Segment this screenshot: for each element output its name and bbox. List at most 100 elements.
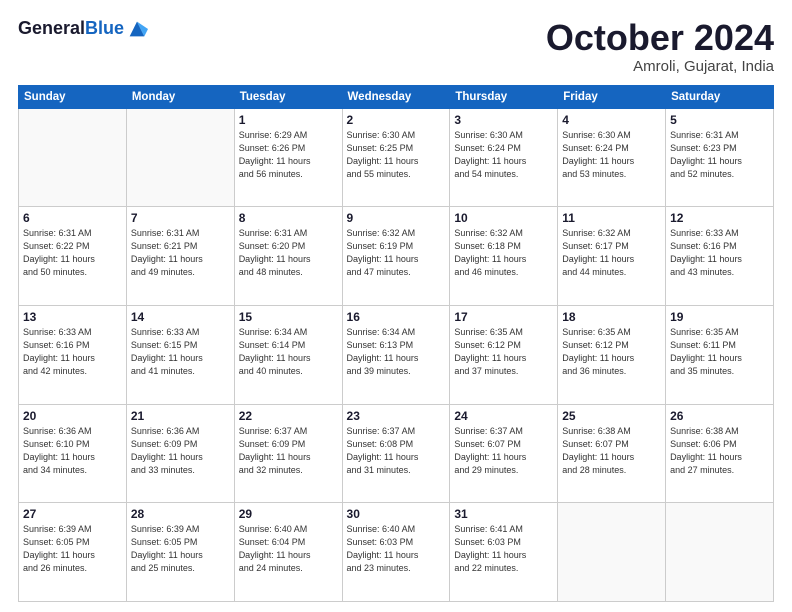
day-cell: 22 Sunrise: 6:37 AM Sunset: 6:09 PM Dayli…: [234, 404, 342, 503]
day-number: 16: [347, 310, 446, 324]
day-number: 13: [23, 310, 122, 324]
day-number: 6: [23, 211, 122, 225]
day-cell: 28 Sunrise: 6:39 AM Sunset: 6:05 PM Dayli…: [126, 503, 234, 602]
col-saturday: Saturday: [666, 85, 774, 108]
day-number: 1: [239, 113, 338, 127]
day-cell: 24 Sunrise: 6:37 AM Sunset: 6:07 PM Dayli…: [450, 404, 558, 503]
day-info: Sunrise: 6:31 AM Sunset: 6:22 PM Dayligh…: [23, 227, 122, 279]
day-cell: 4Sunrise: 6:30 AM Sunset: 6:24 PM Daylig…: [558, 108, 666, 207]
day-cell: 13 Sunrise: 6:33 AM Sunset: 6:16 PM Dayli…: [19, 305, 127, 404]
day-cell: 30Sunrise: 6:40 AM Sunset: 6:03 PM Dayli…: [342, 503, 450, 602]
week-row-4: 20Sunrise: 6:36 AM Sunset: 6:10 PM Dayli…: [19, 404, 774, 503]
day-number: 14: [131, 310, 230, 324]
day-cell: 14 Sunrise: 6:33 AM Sunset: 6:15 PM Dayli…: [126, 305, 234, 404]
week-row-3: 13 Sunrise: 6:33 AM Sunset: 6:16 PM Dayli…: [19, 305, 774, 404]
day-info: Sunrise: 6:40 AM Sunset: 6:03 PM Dayligh…: [347, 523, 446, 575]
day-number: 17: [454, 310, 553, 324]
day-cell: 6 Sunrise: 6:31 AM Sunset: 6:22 PM Daylig…: [19, 207, 127, 306]
day-number: 20: [23, 409, 122, 423]
day-number: 18: [562, 310, 661, 324]
col-wednesday: Wednesday: [342, 85, 450, 108]
day-cell: 17 Sunrise: 6:35 AM Sunset: 6:12 PM Dayli…: [450, 305, 558, 404]
day-info: Sunrise: 6:33 AM Sunset: 6:16 PM Dayligh…: [670, 227, 769, 279]
day-info: Sunrise: 6:34 AM Sunset: 6:13 PM Dayligh…: [347, 326, 446, 378]
day-cell: 16 Sunrise: 6:34 AM Sunset: 6:13 PM Dayli…: [342, 305, 450, 404]
day-cell: 1 Sunrise: 6:29 AM Sunset: 6:26 PM Daylig…: [234, 108, 342, 207]
day-cell: 10 Sunrise: 6:32 AM Sunset: 6:18 PM Dayli…: [450, 207, 558, 306]
week-row-5: 27 Sunrise: 6:39 AM Sunset: 6:05 PM Dayli…: [19, 503, 774, 602]
day-info: Sunrise: 6:34 AM Sunset: 6:14 PM Dayligh…: [239, 326, 338, 378]
day-number: 24: [454, 409, 553, 423]
logo-icon: [126, 18, 148, 40]
day-info: Sunrise: 6:30 AM Sunset: 6:24 PM Dayligh…: [562, 129, 661, 181]
day-info: Sunrise: 6:39 AM Sunset: 6:05 PM Dayligh…: [131, 523, 230, 575]
day-cell: 23Sunrise: 6:37 AM Sunset: 6:08 PM Dayli…: [342, 404, 450, 503]
day-info: Sunrise: 6:37 AM Sunset: 6:07 PM Dayligh…: [454, 425, 553, 477]
day-info: Sunrise: 6:31 AM Sunset: 6:23 PM Dayligh…: [670, 129, 769, 181]
day-number: 22: [239, 409, 338, 423]
day-info: Sunrise: 6:32 AM Sunset: 6:17 PM Dayligh…: [562, 227, 661, 279]
day-number: 25: [562, 409, 661, 423]
day-cell: 29Sunrise: 6:40 AM Sunset: 6:04 PM Dayli…: [234, 503, 342, 602]
day-number: 5: [670, 113, 769, 127]
day-info: Sunrise: 6:30 AM Sunset: 6:25 PM Dayligh…: [347, 129, 446, 181]
day-cell: [666, 503, 774, 602]
day-cell: 12 Sunrise: 6:33 AM Sunset: 6:16 PM Dayli…: [666, 207, 774, 306]
day-number: 2: [347, 113, 446, 127]
day-info: Sunrise: 6:32 AM Sunset: 6:18 PM Dayligh…: [454, 227, 553, 279]
day-number: 10: [454, 211, 553, 225]
day-info: Sunrise: 6:36 AM Sunset: 6:09 PM Dayligh…: [131, 425, 230, 477]
day-number: 15: [239, 310, 338, 324]
day-info: Sunrise: 6:38 AM Sunset: 6:06 PM Dayligh…: [670, 425, 769, 477]
page: GeneralBlue October 2024 Amroli, Gujarat…: [0, 0, 792, 612]
day-info: Sunrise: 6:35 AM Sunset: 6:11 PM Dayligh…: [670, 326, 769, 378]
day-cell: [126, 108, 234, 207]
day-number: 12: [670, 211, 769, 225]
day-cell: 8 Sunrise: 6:31 AM Sunset: 6:20 PM Daylig…: [234, 207, 342, 306]
day-number: 9: [347, 211, 446, 225]
day-info: Sunrise: 6:37 AM Sunset: 6:09 PM Dayligh…: [239, 425, 338, 477]
week-row-2: 6 Sunrise: 6:31 AM Sunset: 6:22 PM Daylig…: [19, 207, 774, 306]
day-cell: 9 Sunrise: 6:32 AM Sunset: 6:19 PM Daylig…: [342, 207, 450, 306]
day-number: 8: [239, 211, 338, 225]
day-cell: 5 Sunrise: 6:31 AM Sunset: 6:23 PM Daylig…: [666, 108, 774, 207]
day-info: Sunrise: 6:29 AM Sunset: 6:26 PM Dayligh…: [239, 129, 338, 181]
header: GeneralBlue October 2024 Amroli, Gujarat…: [18, 18, 774, 75]
day-cell: 19Sunrise: 6:35 AM Sunset: 6:11 PM Dayli…: [666, 305, 774, 404]
day-info: Sunrise: 6:33 AM Sunset: 6:15 PM Dayligh…: [131, 326, 230, 378]
day-info: Sunrise: 6:37 AM Sunset: 6:08 PM Dayligh…: [347, 425, 446, 477]
logo: GeneralBlue: [18, 18, 148, 40]
day-info: Sunrise: 6:33 AM Sunset: 6:16 PM Dayligh…: [23, 326, 122, 378]
day-number: 29: [239, 507, 338, 521]
day-cell: 15 Sunrise: 6:34 AM Sunset: 6:14 PM Dayli…: [234, 305, 342, 404]
day-info: Sunrise: 6:41 AM Sunset: 6:03 PM Dayligh…: [454, 523, 553, 575]
day-number: 3: [454, 113, 553, 127]
day-cell: 20Sunrise: 6:36 AM Sunset: 6:10 PM Dayli…: [19, 404, 127, 503]
day-info: Sunrise: 6:35 AM Sunset: 6:12 PM Dayligh…: [562, 326, 661, 378]
location: Amroli, Gujarat, India: [546, 58, 774, 75]
day-cell: [19, 108, 127, 207]
day-cell: 7Sunrise: 6:31 AM Sunset: 6:21 PM Daylig…: [126, 207, 234, 306]
calendar-table: Sunday Monday Tuesday Wednesday Thursday…: [18, 85, 774, 602]
day-info: Sunrise: 6:38 AM Sunset: 6:07 PM Dayligh…: [562, 425, 661, 477]
logo-text: GeneralBlue: [18, 19, 124, 39]
day-number: 27: [23, 507, 122, 521]
day-info: Sunrise: 6:32 AM Sunset: 6:19 PM Dayligh…: [347, 227, 446, 279]
col-tuesday: Tuesday: [234, 85, 342, 108]
month-title: October 2024: [546, 18, 774, 58]
day-cell: 3 Sunrise: 6:30 AM Sunset: 6:24 PM Daylig…: [450, 108, 558, 207]
day-info: Sunrise: 6:30 AM Sunset: 6:24 PM Dayligh…: [454, 129, 553, 181]
col-monday: Monday: [126, 85, 234, 108]
title-block: October 2024 Amroli, Gujarat, India: [546, 18, 774, 75]
day-info: Sunrise: 6:31 AM Sunset: 6:21 PM Dayligh…: [131, 227, 230, 279]
day-cell: 25 Sunrise: 6:38 AM Sunset: 6:07 PM Dayli…: [558, 404, 666, 503]
day-info: Sunrise: 6:35 AM Sunset: 6:12 PM Dayligh…: [454, 326, 553, 378]
day-cell: 18 Sunrise: 6:35 AM Sunset: 6:12 PM Dayli…: [558, 305, 666, 404]
day-cell: 11 Sunrise: 6:32 AM Sunset: 6:17 PM Dayli…: [558, 207, 666, 306]
day-number: 11: [562, 211, 661, 225]
day-number: 31: [454, 507, 553, 521]
day-info: Sunrise: 6:31 AM Sunset: 6:20 PM Dayligh…: [239, 227, 338, 279]
col-friday: Friday: [558, 85, 666, 108]
day-number: 28: [131, 507, 230, 521]
day-cell: 2 Sunrise: 6:30 AM Sunset: 6:25 PM Daylig…: [342, 108, 450, 207]
